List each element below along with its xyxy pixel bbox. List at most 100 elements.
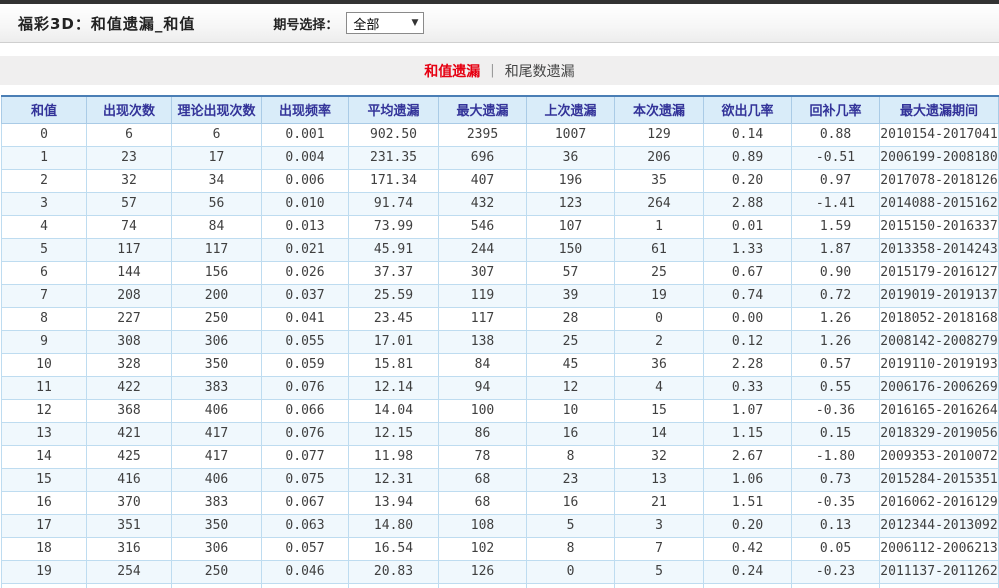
table-cell: 4 — [615, 376, 704, 399]
table-cell: 108 — [439, 514, 527, 537]
table-cell: 383 — [172, 491, 262, 514]
table-cell: 0.12 — [704, 330, 792, 353]
table-cell: 383 — [172, 376, 262, 399]
table-cell: 0.026 — [262, 261, 349, 284]
table-cell: 3 — [615, 514, 704, 537]
table-cell: 126 — [439, 560, 527, 583]
table-cell: 0.021 — [262, 238, 349, 261]
tab-separator: | — [490, 63, 494, 78]
table-cell: 1007 — [527, 123, 615, 146]
table-cell: 2012344-2013092 — [880, 514, 999, 537]
table-cell: 56 — [172, 192, 262, 215]
table-cell: 0.57 — [792, 353, 880, 376]
table-cell: 68 — [439, 468, 527, 491]
table-cell — [349, 583, 439, 588]
table-row: 72082000.03725.5911939190.740.722019019-… — [2, 284, 999, 307]
table-cell: 84 — [439, 353, 527, 376]
table-cell: 14 — [2, 445, 87, 468]
table-cell: 0 — [2, 123, 87, 146]
table-cell — [880, 583, 999, 588]
table-cell: 7 — [2, 284, 87, 307]
table-cell: 0.076 — [262, 376, 349, 399]
table-cell: 57 — [527, 261, 615, 284]
table-cell: 1.26 — [792, 330, 880, 353]
column-header-3: 出现频率 — [262, 96, 349, 123]
table-cell: 171.34 — [349, 169, 439, 192]
table-cell: 0.05 — [792, 537, 880, 560]
table-cell: 4 — [2, 215, 87, 238]
tab-sum-omission[interactable]: 和值遗漏 — [424, 61, 480, 81]
table-row: 173513500.06314.80108530.200.132012344-2… — [2, 514, 999, 537]
table-cell: 0.057 — [262, 537, 349, 560]
table-cell: 150 — [527, 238, 615, 261]
table-cell: -1.41 — [792, 192, 880, 215]
table-row: 192542500.04620.83126050.24-0.232011137-… — [2, 560, 999, 583]
table-cell: 3 — [2, 192, 87, 215]
table-row: 82272500.04123.451172800.001.262018052-2… — [2, 307, 999, 330]
table-row: 232340.006171.34407196350.200.972017078-… — [2, 169, 999, 192]
table-cell: 0.013 — [262, 215, 349, 238]
table-cell: 264 — [615, 192, 704, 215]
table-cell: 0.97 — [792, 169, 880, 192]
table-cell: 196 — [527, 169, 615, 192]
table-cell: 100 — [439, 399, 527, 422]
table-row: 103283500.05915.818445362.280.572019110-… — [2, 353, 999, 376]
table-cell: 2015179-2016127 — [880, 261, 999, 284]
tab-bar: 和值遗漏 | 和尾数遗漏 — [0, 56, 999, 85]
table-cell: 0.72 — [792, 284, 880, 307]
table-cell: 23.45 — [349, 307, 439, 330]
table-cell: 20.83 — [349, 560, 439, 583]
table-cell: 2019110-2019193 — [880, 353, 999, 376]
table-cell: 406 — [172, 468, 262, 491]
tab-tail-omission[interactable]: 和尾数遗漏 — [505, 61, 575, 81]
table-cell: 0.14 — [704, 123, 792, 146]
table-cell: 1.51 — [704, 491, 792, 514]
table-cell: 2 — [2, 169, 87, 192]
table-cell: 39 — [527, 284, 615, 307]
table-cell: 250 — [172, 307, 262, 330]
table-cell: -0.35 — [792, 491, 880, 514]
table-cell: 0.063 — [262, 514, 349, 537]
table-cell: 425 — [87, 445, 172, 468]
table-cell: 25 — [527, 330, 615, 353]
table-cell: 117 — [172, 238, 262, 261]
table-cell: 11 — [2, 376, 87, 399]
table-cell: 107 — [527, 215, 615, 238]
table-cell: -0.36 — [792, 399, 880, 422]
table-cell: 8 — [527, 537, 615, 560]
table-row: 61441560.02637.3730757250.670.902015179-… — [2, 261, 999, 284]
period-select-dropdown[interactable]: 全部 ▼ — [346, 12, 424, 34]
table-cell: 5 — [2, 238, 87, 261]
table-cell: 12.31 — [349, 468, 439, 491]
column-header-2: 理论出现次数 — [172, 96, 262, 123]
table-cell: 2.88 — [704, 192, 792, 215]
table-cell: 2015150-2016337 — [880, 215, 999, 238]
table-cell: 2018329-2019056 — [880, 422, 999, 445]
table-row: 154164060.07512.316823131.060.732015284-… — [2, 468, 999, 491]
table-cell: 200 — [172, 284, 262, 307]
table-cell: 0.055 — [262, 330, 349, 353]
table-cell: 0.059 — [262, 353, 349, 376]
table-cell: 16 — [2, 491, 87, 514]
table-cell: 2006112-2006213 — [880, 537, 999, 560]
table-cell: 16 — [527, 422, 615, 445]
table-cell: 78 — [439, 445, 527, 468]
table-cell: 2006176-2006269 — [880, 376, 999, 399]
table-cell: 13 — [2, 422, 87, 445]
table-cell: 0.037 — [262, 284, 349, 307]
table-cell — [262, 583, 349, 588]
table-row: 93083060.05517.011382520.121.262008142-2… — [2, 330, 999, 353]
table-cell: 10 — [2, 353, 87, 376]
table-cell — [704, 583, 792, 588]
table-cell: 34 — [172, 169, 262, 192]
table-cell: 12 — [2, 399, 87, 422]
table-cell: 432 — [439, 192, 527, 215]
table-cell: -0.23 — [792, 560, 880, 583]
table-row: 357560.01091.744321232642.88-1.412014088… — [2, 192, 999, 215]
table-cell: 306 — [172, 537, 262, 560]
table-cell: 2015284-2015351 — [880, 468, 999, 491]
column-header-1: 出现次数 — [87, 96, 172, 123]
table-cell: 12 — [527, 376, 615, 399]
table-cell: 306 — [172, 330, 262, 353]
table-cell — [87, 583, 172, 588]
